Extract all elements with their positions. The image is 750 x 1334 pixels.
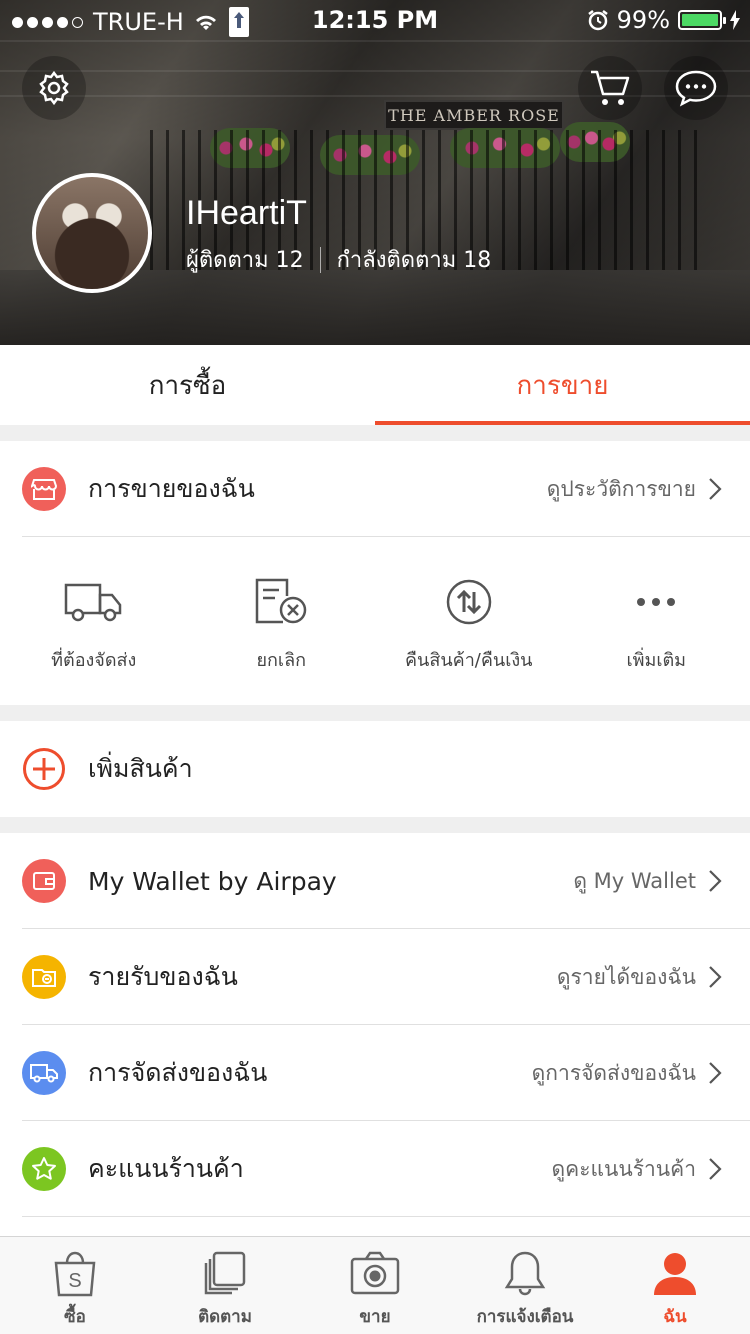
cart-icon [591,70,630,105]
chat-bubble-icon [675,70,717,107]
svg-text:S: S [68,1270,81,1292]
buy-sell-tabs: การซื้อ การขาย [0,345,750,425]
shipping-row[interactable]: การจัดส่งของฉัน ดูการจัดส่งของฉัน [0,1025,750,1121]
nav-me-label: ฉัน [663,1307,687,1327]
shop-rating-link[interactable]: ดูคะแนนร้านค้า [552,1153,696,1186]
bell-icon [504,1251,546,1296]
battery-percent: 99% [616,6,670,34]
tab-selling[interactable]: การขาย [375,345,750,425]
shop-rating-row[interactable]: คะแนนร้านค้า ดูคะแนนร้านค้า [0,1121,750,1217]
wallet-title: My Wallet by Airpay [88,866,337,896]
my-sales-title: การขายของฉัน [88,474,255,503]
shop-icon [22,467,66,511]
cancelled-label: ยกเลิก [256,650,307,671]
sales-history-link[interactable]: ดูประวัติการขาย [547,473,696,506]
chevron-right-icon [709,478,722,500]
follow-stats: ผู้ติดตาม 12 กำลังติดตาม 18 [186,242,491,277]
return-refund-icon [445,577,493,627]
charging-icon [730,10,740,30]
chevron-right-icon [709,966,722,988]
followers-count[interactable]: ผู้ติดตาม 12 [186,242,304,277]
seller-menu: My Wallet by Airpay ดู My Wallet รายรับข… [0,833,750,1236]
truck-icon [64,577,124,627]
my-sales-row[interactable]: การขายของฉัน ดูประวัติการขาย [0,441,750,537]
settings-button[interactable] [22,56,86,120]
add-product-row[interactable]: เพิ่มสินค้า [0,721,750,817]
income-title: รายรับของฉัน [88,962,238,991]
add-product-label: เพิ่มสินค้า [88,754,193,783]
pub-sign: THE AMBER ROSE [384,100,564,130]
feed-icon [204,1251,246,1295]
more-action[interactable]: เพิ่มเติม [563,537,750,705]
bottom-navigation: S ซื้อ ติดตาม ขาย การแจ้งเตือน ฉัน [0,1236,750,1334]
nav-feed-label: ติดตาม [198,1307,252,1327]
wallet-link[interactable]: ดู My Wallet [573,865,696,898]
nav-sell[interactable]: ขาย [300,1237,450,1334]
return-refund-action[interactable]: คืนสินค้า/คืนเงิน [375,537,563,705]
sales-actions: ที่ต้องจัดส่ง ยกเลิก คืนสินค้า/คืนเงิน เ… [0,537,750,705]
chevron-right-icon [709,1062,722,1084]
nav-notifications-label: การแจ้งเตือน [476,1307,574,1327]
add-circle-icon [22,747,66,791]
avatar[interactable] [32,173,152,293]
chevron-right-icon [709,870,722,892]
cancelled-action[interactable]: ยกเลิก [188,537,376,705]
my-sales-section: การขายของฉัน ดูประวัติการขาย ที่ต้องจัดส… [0,441,750,705]
cart-button[interactable] [578,56,642,120]
following-count[interactable]: กำลังติดตาม 18 [337,242,492,277]
username: IHeartiT [186,194,307,232]
nav-buy-label: ซื้อ [64,1307,86,1327]
status-bar: TRUE-H 12:15 PM 99% [0,0,750,40]
alarm-icon [587,10,608,31]
nav-sell-label: ขาย [359,1307,391,1327]
shopping-bag-icon: S [54,1251,96,1297]
income-link[interactable]: ดูรายได้ของฉัน [557,961,696,994]
profile-header: THE AMBER ROSE TRUE-H 12:15 PM 99% IHear… [0,0,750,345]
add-product-section: เพิ่มสินค้า [0,721,750,817]
nav-feed[interactable]: ติดตาม [150,1237,300,1334]
more-dots-icon [636,577,676,627]
profile-icon [654,1253,696,1295]
shipping-title: การจัดส่งของฉัน [88,1058,268,1087]
to-ship-action[interactable]: ที่ต้องจัดส่ง [0,537,188,705]
income-row[interactable]: รายรับของฉัน ดูรายได้ของฉัน [0,929,750,1025]
wallet-icon [22,859,66,903]
nav-buy[interactable]: S ซื้อ [0,1237,150,1334]
return-refund-label: คืนสินค้า/คืนเงิน [405,650,533,671]
to-ship-label: ที่ต้องจัดส่ง [51,650,137,671]
wallet-row[interactable]: My Wallet by Airpay ดู My Wallet [0,833,750,929]
shop-rating-title: คะแนนร้านค้า [88,1154,244,1183]
income-icon [22,955,66,999]
cancel-document-icon [253,577,309,627]
camera-icon [350,1251,400,1295]
gear-icon [39,70,69,106]
nav-notifications[interactable]: การแจ้งเตือน [450,1237,600,1334]
shipping-icon [22,1051,66,1095]
star-icon [22,1147,66,1191]
shipping-link[interactable]: ดูการจัดส่งของฉัน [532,1057,696,1090]
chevron-right-icon [709,1158,722,1180]
more-label: เพิ่มเติม [626,650,687,671]
battery-icon [678,10,726,30]
chat-button[interactable] [664,56,728,120]
tab-buying[interactable]: การซื้อ [0,345,375,425]
nav-me[interactable]: ฉัน [600,1237,750,1334]
